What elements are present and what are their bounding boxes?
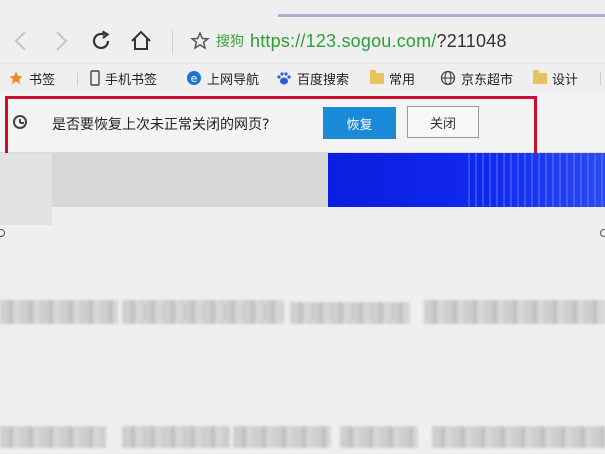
bookmark-item-jd[interactable]: 京东超市 xyxy=(440,68,513,88)
blurred-content xyxy=(0,300,118,324)
blurred-content xyxy=(432,426,605,448)
bookmark-divider xyxy=(600,72,601,86)
bookmarks-bar: 书签 手机书签 e 上网导航 百度搜索 常用 京东超市 设计 xyxy=(0,63,605,92)
back-arrow-icon xyxy=(14,31,26,51)
url-domain: https://123.sogou.com/ xyxy=(250,30,437,51)
blurred-content xyxy=(340,426,418,448)
bookmark-divider xyxy=(77,72,78,86)
bookmark-label: 书签 xyxy=(29,72,56,88)
carousel-handle-right[interactable] xyxy=(600,229,605,237)
blurred-content xyxy=(0,426,106,448)
blurred-content xyxy=(122,300,284,324)
forward-button[interactable] xyxy=(46,26,76,56)
baidu-paw-icon xyxy=(277,72,291,85)
ie-icon: e xyxy=(187,71,201,85)
search-provider-label[interactable]: 搜狗 xyxy=(216,31,244,51)
address-bar[interactable]: 搜狗 https://123.sogou.com/?211048 xyxy=(190,26,507,56)
favorite-star-icon[interactable] xyxy=(190,31,210,51)
toolbar-divider xyxy=(172,30,173,54)
blurred-content xyxy=(122,426,230,448)
forward-arrow-icon xyxy=(56,31,68,51)
star-icon xyxy=(9,71,23,84)
globe-icon xyxy=(440,70,456,86)
tab-strip-accent xyxy=(278,14,605,17)
bookmark-item-shuqian[interactable]: 书签 xyxy=(8,68,55,88)
bookmark-label: 上网导航 xyxy=(207,72,260,88)
bookmark-label: 常用 xyxy=(389,72,416,88)
bookmark-label: 京东超市 xyxy=(461,72,514,88)
navigation-bar: 搜狗 https://123.sogou.com/?211048 xyxy=(0,22,605,62)
bookmark-item-design[interactable]: 设计 xyxy=(533,68,578,88)
bookmark-label: 设计 xyxy=(552,72,579,88)
bookmark-item-common[interactable]: 常用 xyxy=(370,68,415,88)
folder-icon xyxy=(370,69,384,84)
home-icon xyxy=(131,30,151,50)
refresh-icon xyxy=(92,30,110,50)
carousel-handle-left[interactable] xyxy=(0,229,5,237)
bookmark-label: 百度搜索 xyxy=(297,72,350,88)
blurred-content xyxy=(233,426,331,448)
refresh-button[interactable] xyxy=(86,26,116,56)
banner-ad[interactable] xyxy=(328,153,605,207)
page-header-block xyxy=(0,153,52,225)
url-text[interactable]: https://123.sogou.com/?211048 xyxy=(250,31,507,52)
bookmark-label: 手机书签 xyxy=(105,72,158,88)
svg-text:e: e xyxy=(191,72,198,85)
bookmark-item-navigation[interactable]: e 上网导航 xyxy=(186,68,259,88)
home-button[interactable] xyxy=(126,26,156,56)
blurred-content xyxy=(290,302,410,324)
bookmark-item-mobile[interactable]: 手机书签 xyxy=(90,68,157,88)
url-query: ?211048 xyxy=(436,30,507,51)
phone-icon xyxy=(90,70,100,86)
blurred-content xyxy=(424,300,605,324)
bookmark-item-baidu[interactable]: 百度搜索 xyxy=(276,68,349,88)
folder-icon xyxy=(533,69,547,84)
back-button[interactable] xyxy=(6,26,36,56)
